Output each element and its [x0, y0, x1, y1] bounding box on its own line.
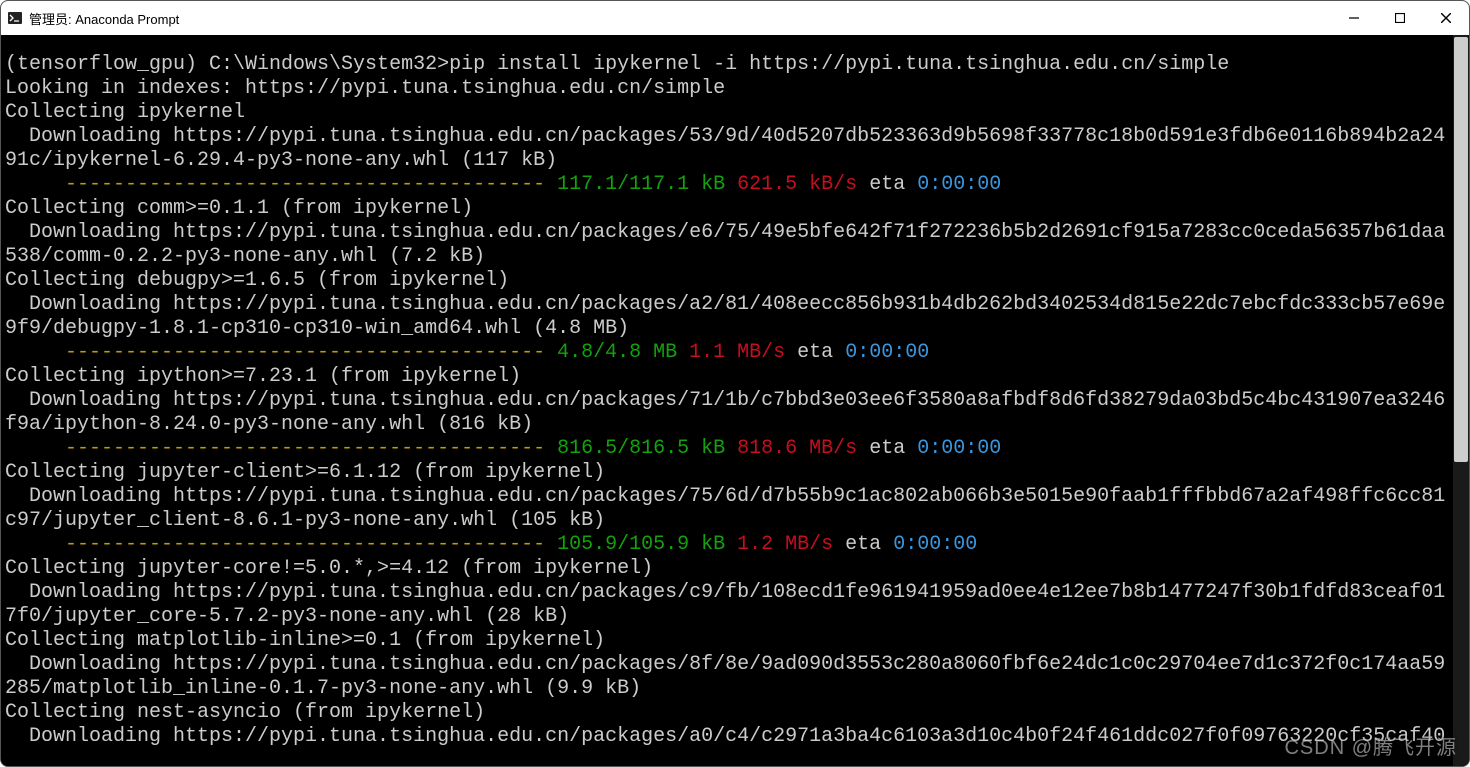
terminal-window: 管理员: Anaconda Prompt (tensorflow_gpu) C:…: [0, 0, 1470, 767]
line-collect-ipykernel: Collecting ipykernel: [5, 101, 245, 124]
vertical-scrollbar[interactable]: [1453, 35, 1469, 766]
line-collect-jcore: Collecting jupyter-core!=5.0.*,>=4.12 (f…: [5, 557, 653, 580]
line-collect-ipython: Collecting ipython>=7.23.1 (from ipykern…: [5, 365, 521, 388]
terminal-client-area: (tensorflow_gpu) C:\Windows\System32>pip…: [1, 35, 1469, 766]
progress-pad: [5, 341, 65, 364]
line-dl-jclient-b: c97/jupyter_client-8.6.1-py3-none-any.wh…: [5, 509, 605, 532]
progress-eta-2: 0:00:00: [845, 341, 929, 364]
maximize-button[interactable]: [1377, 1, 1423, 35]
line-dl-ipython-b: f9a/ipython-8.24.0-py3-none-any.whl (816…: [5, 413, 533, 436]
progress-size-1: 117.1/117.1 kB: [557, 173, 725, 196]
progress-size-2: 4.8/4.8 MB: [557, 341, 677, 364]
line-dl-ipykernel-a: Downloading https://pypi.tuna.tsinghua.e…: [5, 125, 1445, 148]
line-dl-jcore-b: 7f0/jupyter_core-5.7.2-py3-none-any.whl …: [5, 605, 569, 628]
progress-size-3: 816.5/816.5 kB: [557, 437, 725, 460]
titlebar-left: 管理员: Anaconda Prompt: [7, 9, 179, 28]
progress-pad: [5, 173, 65, 196]
progress-eta-lbl-2: eta: [785, 341, 845, 364]
line-looking-indexes: Looking in indexes: https://pypi.tuna.ts…: [5, 77, 725, 100]
progress-bar-1: ----------------------------------------: [65, 173, 557, 196]
line-collect-debugpy: Collecting debugpy>=1.6.5 (from ipykerne…: [5, 269, 509, 292]
close-button[interactable]: [1423, 1, 1469, 35]
line-collect-jclient: Collecting jupyter-client>=6.1.12 (from …: [5, 461, 605, 484]
line-dl-debugpy-a: Downloading https://pypi.tuna.tsinghua.e…: [5, 293, 1445, 316]
window-title: 管理员: Anaconda Prompt: [29, 9, 179, 28]
prompt-command: pip install ipykernel -i https://pypi.tu…: [449, 53, 1229, 76]
progress-speed-1: 621.5 kB/s: [737, 173, 857, 196]
progress-speed-4: 1.2 MB/s: [737, 533, 833, 556]
app-icon: [7, 10, 23, 26]
line-dl-debugpy-b: 9f9/debugpy-1.8.1-cp310-cp310-win_amd64.…: [5, 317, 629, 340]
line-collect-nest: Collecting nest-asyncio (from ipykernel): [5, 701, 485, 724]
line-dl-comm-b: 538/comm-0.2.2-py3-none-any.whl (7.2 kB): [5, 245, 485, 268]
line-dl-mpl-a: Downloading https://pypi.tuna.tsinghua.e…: [5, 653, 1445, 676]
progress-eta-4: 0:00:00: [893, 533, 977, 556]
line-dl-nest-a: Downloading https://pypi.tuna.tsinghua.e…: [5, 725, 1445, 748]
scrollbar-thumb[interactable]: [1454, 37, 1468, 462]
line-dl-ipython-a: Downloading https://pypi.tuna.tsinghua.e…: [5, 389, 1445, 412]
progress-eta-lbl-3: eta: [857, 437, 917, 460]
line-dl-ipykernel-b: 91c/ipykernel-6.29.4-py3-none-any.whl (1…: [5, 149, 557, 172]
progress-pad: [5, 437, 65, 460]
progress-speed-2: 1.1 MB/s: [689, 341, 785, 364]
prompt-prefix: (tensorflow_gpu) C:\Windows\System32>: [5, 53, 449, 76]
line-collect-mpl: Collecting matplotlib-inline>=0.1 (from …: [5, 629, 605, 652]
progress-eta-1: 0:00:00: [917, 173, 1001, 196]
progress-eta-lbl-1: eta: [857, 173, 917, 196]
line-dl-comm-a: Downloading https://pypi.tuna.tsinghua.e…: [5, 221, 1445, 244]
progress-eta-lbl-4: eta: [833, 533, 893, 556]
progress-bar-2: ----------------------------------------: [65, 341, 557, 364]
line-collect-comm: Collecting comm>=0.1.1 (from ipykernel): [5, 197, 473, 220]
watermark-text: CSDN @腾飞开源: [1284, 731, 1457, 760]
progress-eta-3: 0:00:00: [917, 437, 1001, 460]
minimize-button[interactable]: [1331, 1, 1377, 35]
progress-size-4: 105.9/105.9 kB: [557, 533, 725, 556]
progress-speed-3: 818.6 MB/s: [737, 437, 857, 460]
titlebar[interactable]: 管理员: Anaconda Prompt: [1, 1, 1469, 35]
progress-bar-4: ----------------------------------------: [65, 533, 557, 556]
line-dl-jclient-a: Downloading https://pypi.tuna.tsinghua.e…: [5, 485, 1445, 508]
progress-bar-3: ----------------------------------------: [65, 437, 557, 460]
terminal-output[interactable]: (tensorflow_gpu) C:\Windows\System32>pip…: [1, 35, 1453, 766]
window-controls: [1331, 1, 1469, 35]
line-dl-jcore-a: Downloading https://pypi.tuna.tsinghua.e…: [5, 581, 1445, 604]
progress-pad: [5, 533, 65, 556]
line-dl-mpl-b: 285/matplotlib_inline-0.1.7-py3-none-any…: [5, 677, 641, 700]
